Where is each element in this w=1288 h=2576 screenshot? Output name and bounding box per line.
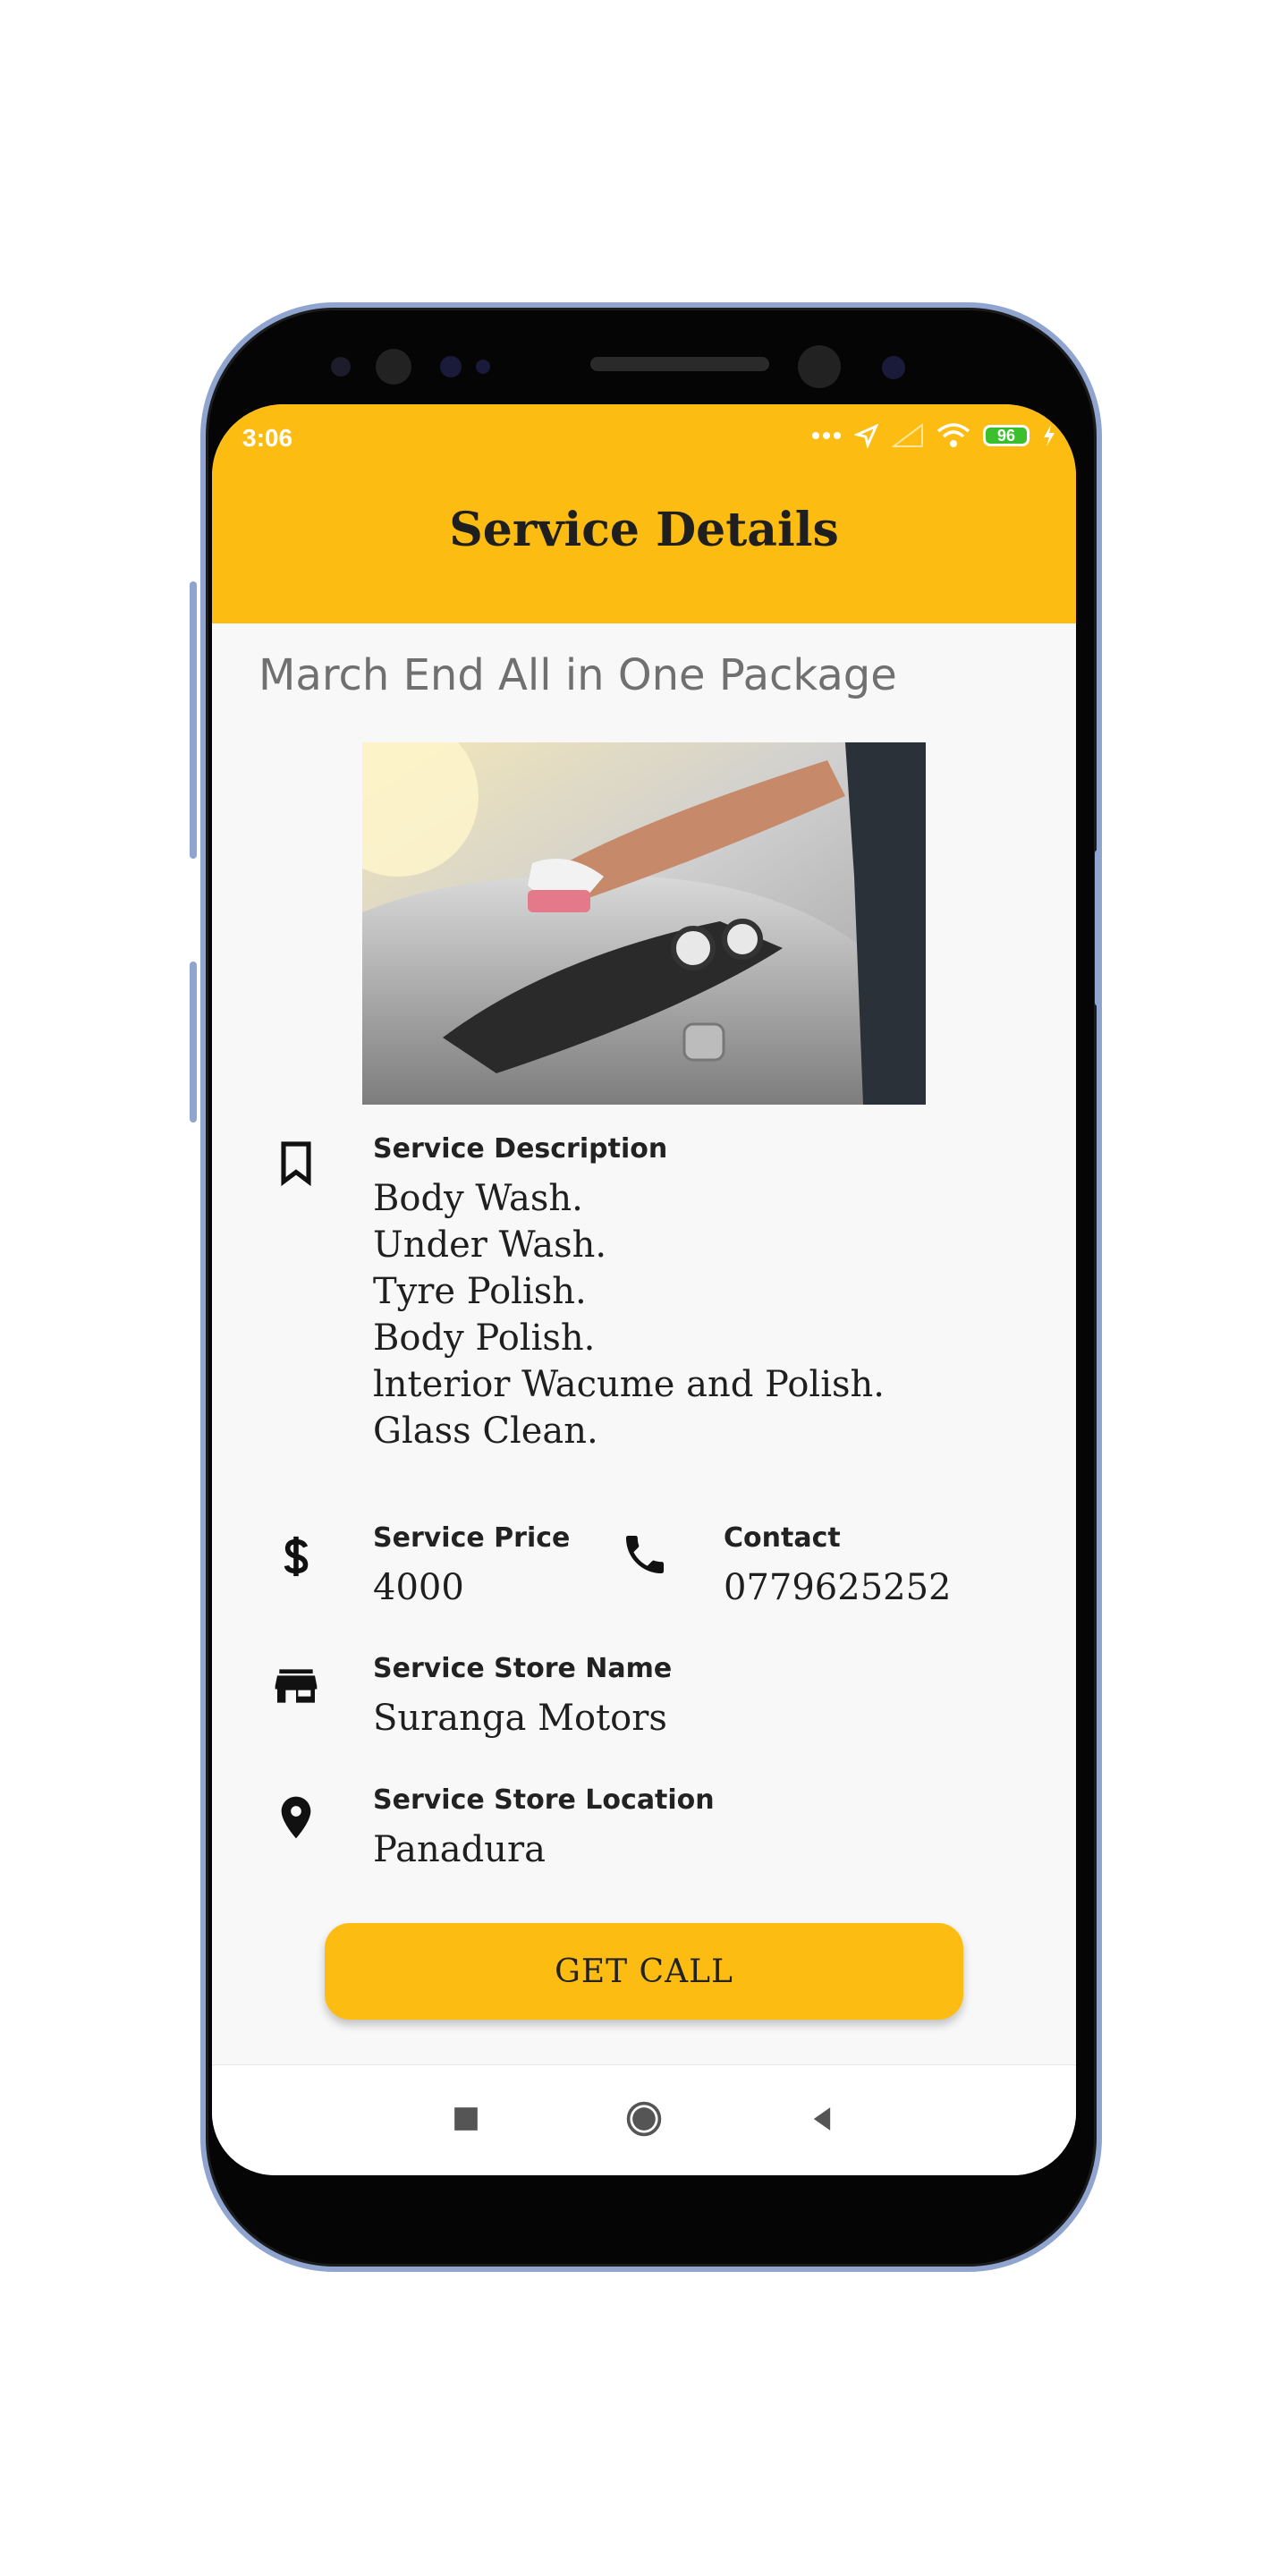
signal-icon [892,423,923,447]
price-label: Service Price [373,1522,571,1554]
status-time: 3:06 [242,424,293,452]
dollar-icon [284,1536,309,1577]
service-image [362,742,926,1105]
description-line: Tyre Polish. [373,1271,587,1312]
phone-top-bezel [206,308,1097,406]
status-icons: 96 [811,422,1056,449]
bixby-button [190,962,197,1123]
back-button[interactable] [802,2099,842,2139]
earpiece-speaker [590,357,769,371]
battery-level: 96 [996,426,1016,445]
iris-sensor [440,356,462,377]
description-label: Service Description [373,1133,668,1165]
recents-button[interactable] [446,2099,486,2139]
description-line: lnterior Wacume and Polish. [373,1364,885,1405]
system-nav-bar [212,2064,1076,2175]
battery-icon: 96 [983,425,1030,446]
app-bar: 3:06 96 Service Details [212,404,1076,623]
page-title: Service Details [449,503,839,557]
front-camera [798,345,841,388]
home-button[interactable] [624,2099,664,2139]
volume-button [190,581,197,859]
store-value: Suranga Motors [373,1698,667,1739]
location-label: Service Store Location [373,1784,715,1816]
description-line: Body Polish. [373,1318,596,1359]
phone-screen: 3:06 96 Service Details March End All in… [212,404,1076,2175]
light-sensor [476,360,490,374]
price-value: 4000 [373,1567,464,1608]
description-list: Body Wash. Under Wash. Tyre Polish. Body… [373,1175,885,1454]
location-value: Panadura [373,1829,546,1870]
store-label: Service Store Name [373,1653,673,1684]
package-title: March End All in One Package [258,650,897,700]
description-line: Body Wash. [373,1178,583,1219]
charging-icon [1044,425,1055,446]
power-button [1095,850,1102,1006]
location-arrow-icon [854,423,879,448]
iris-camera [882,356,905,379]
store-icon [275,1669,318,1703]
phone-icon[interactable] [620,1530,670,1580]
description-line: Under Wash. [373,1224,607,1266]
wifi-icon [936,423,970,447]
proximity-sensor [331,357,351,377]
contact-value[interactable]: 0779625252 [724,1564,952,1611]
description-line: Glass Clean. [373,1411,598,1452]
location-pin-icon [281,1796,311,1839]
contact-label: Contact [724,1522,841,1554]
front-sensor [376,349,411,385]
bookmark-icon [281,1141,311,1187]
get-call-button[interactable]: GET CALL [325,1923,963,2020]
more-dots-icon [812,432,841,439]
